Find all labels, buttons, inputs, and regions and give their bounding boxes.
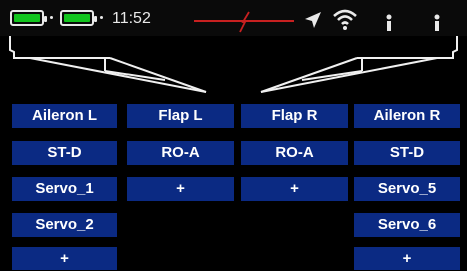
add-servo-button[interactable]: + — [241, 177, 348, 201]
battery-icon — [10, 10, 47, 26]
transmitter-screen: 11:52 Aileron L Flap L Flap R Aileron R … — [0, 0, 467, 270]
column-header-flap-l[interactable]: Flap L — [127, 104, 234, 128]
mode-button-flap-l[interactable]: RO-A — [127, 141, 234, 165]
person-icon — [434, 14, 440, 31]
servo-button[interactable]: Servo_2 — [12, 213, 117, 237]
add-servo-button[interactable]: + — [12, 247, 117, 270]
column-header-aileron-l[interactable]: Aileron L — [12, 104, 117, 128]
signal-break-icon — [239, 11, 250, 33]
mode-button-aileron-r[interactable]: ST-D — [354, 141, 460, 165]
servo-button[interactable]: Servo_1 — [12, 177, 117, 201]
servo-button[interactable]: Servo_6 — [354, 213, 460, 237]
navigation-arrow-icon — [305, 12, 321, 28]
wifi-icon — [333, 9, 357, 30]
mode-button-flap-r[interactable]: RO-A — [241, 141, 348, 165]
battery-separator-dot — [100, 16, 103, 19]
add-servo-button[interactable]: + — [354, 247, 460, 270]
clock-time: 11:52 — [112, 10, 151, 27]
status-bar: 11:52 — [0, 0, 467, 36]
column-header-aileron-r[interactable]: Aileron R — [354, 104, 460, 128]
column-header-flap-r[interactable]: Flap R — [241, 104, 348, 128]
mode-button-aileron-l[interactable]: ST-D — [12, 141, 117, 165]
battery-separator-dot — [50, 16, 53, 19]
battery-icon — [60, 10, 97, 26]
servo-button[interactable]: Servo_5 — [354, 177, 460, 201]
wing-diagram — [9, 36, 458, 93]
person-icon — [386, 14, 392, 31]
add-servo-button[interactable]: + — [127, 177, 234, 201]
